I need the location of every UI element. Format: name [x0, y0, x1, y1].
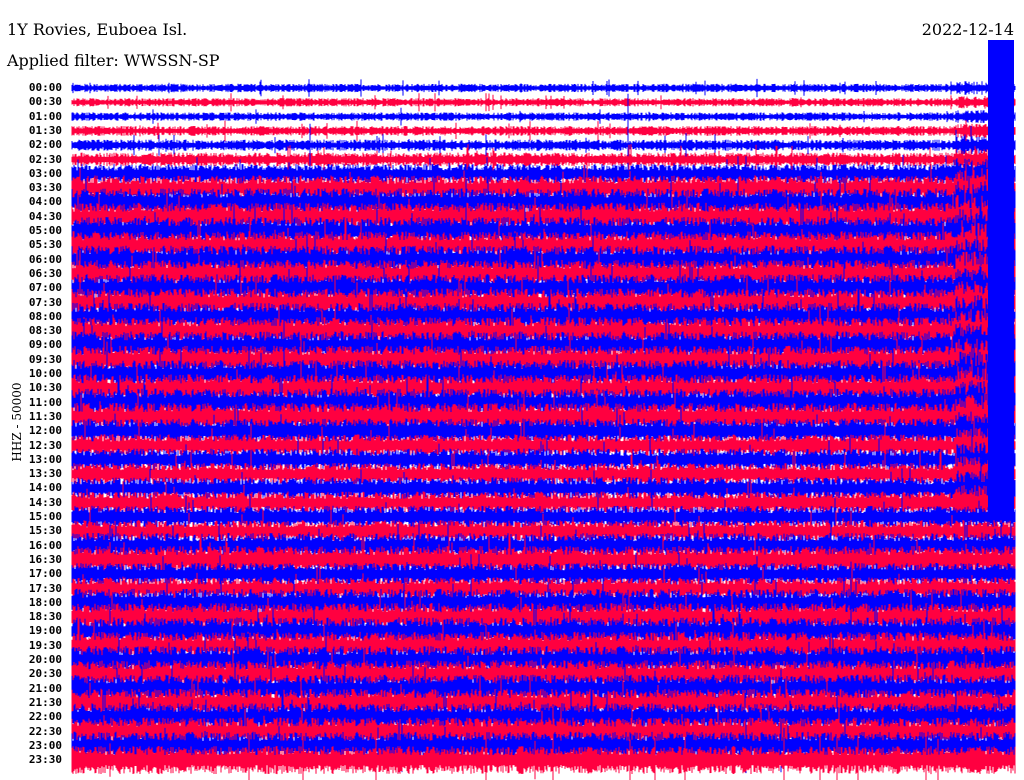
time-tick-label: 14:30 — [28, 495, 62, 509]
time-tick-label: 03:00 — [28, 166, 62, 180]
time-tick-label: 10:30 — [28, 381, 62, 395]
station-title: 1Y Rovies, Euboea Isl. — [7, 20, 188, 39]
time-tick-label: 10:00 — [28, 367, 62, 380]
time-tick-label: 02:30 — [28, 152, 62, 166]
time-tick-label: 09:00 — [28, 338, 62, 352]
time-tick-label: 04:30 — [28, 209, 62, 223]
time-tick-label: 06:00 — [28, 252, 62, 266]
time-tick-label: 22:30 — [28, 724, 62, 738]
time-tick-label: 05:00 — [28, 224, 62, 237]
trace-row-0130 — [71, 120, 1016, 142]
time-tick-label: 15:00 — [28, 510, 62, 523]
time-tick-label: 04:00 — [28, 195, 62, 209]
trace-row-0030 — [71, 93, 1016, 112]
date-label: 2022-12-14 — [921, 20, 1014, 39]
time-tick-label: 23:00 — [28, 738, 62, 752]
time-tick-label: 11:30 — [28, 409, 62, 423]
time-tick-label: 14:00 — [28, 481, 62, 495]
time-tick-label: 19:00 — [28, 624, 62, 638]
time-tick-label: 16:00 — [28, 538, 62, 552]
filter-label: Applied filter: WWSSN-SP — [7, 51, 220, 70]
time-tick-label: 09:30 — [28, 352, 62, 366]
time-tick-label: 08:30 — [28, 324, 62, 338]
time-tick-label: 22:00 — [28, 710, 62, 724]
time-tick-label: 05:30 — [28, 238, 62, 252]
time-tick-label: 06:30 — [28, 266, 62, 280]
time-tick-label: 19:30 — [28, 638, 62, 652]
time-tick-label: 23:30 — [28, 753, 62, 767]
time-tick-label: 20:00 — [28, 653, 62, 666]
trace-row-0000 — [71, 78, 1016, 98]
time-tick-label: 01:30 — [28, 123, 62, 137]
time-tick-label: 18:30 — [28, 610, 62, 624]
time-tick-label: 01:00 — [28, 109, 62, 123]
trace-row-0100 — [71, 107, 1016, 126]
time-tick-label: 13:00 — [28, 452, 62, 466]
time-tick-label: 07:30 — [28, 295, 62, 309]
helicorder-plot — [71, 40, 1016, 780]
time-tick-label: 12:00 — [28, 424, 62, 438]
time-tick-label: 18:00 — [28, 595, 62, 609]
time-tick-label: 02:00 — [28, 138, 62, 152]
time-tick-label: 07:00 — [28, 281, 62, 295]
time-tick-label: 20:30 — [28, 667, 62, 681]
time-tick-label: 15:30 — [28, 524, 62, 538]
time-tick-label: 03:30 — [28, 181, 62, 195]
time-tick-label: 17:00 — [28, 567, 62, 581]
event-burst — [988, 40, 1014, 520]
time-tick-label: 17:30 — [28, 581, 62, 595]
time-tick-label: 08:00 — [28, 309, 62, 323]
time-tick-label: 16:30 — [28, 552, 62, 566]
time-tick-label: 13:30 — [28, 467, 62, 481]
time-tick-label: 00:00 — [28, 81, 62, 94]
time-tick-label: 21:30 — [28, 695, 62, 709]
time-tick-label: 21:00 — [28, 681, 62, 695]
time-tick-label: 00:30 — [28, 95, 62, 109]
time-tick-label: 11:00 — [28, 395, 62, 409]
time-tick-label: 12:30 — [28, 438, 62, 452]
